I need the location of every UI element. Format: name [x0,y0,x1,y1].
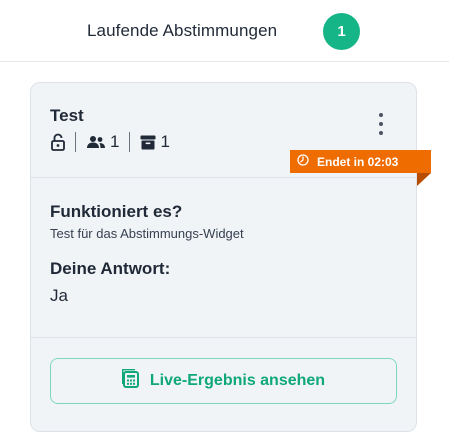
kebab-menu-icon[interactable] [371,111,391,137]
divider [31,337,416,338]
poll-card: Test 1 1 Funktioniert es? Test für das A… [30,82,417,432]
poll-title: Test [50,106,84,125]
live-results-button[interactable]: Live-Ergebnis ansehen [50,358,397,404]
meta-separator [129,132,131,152]
answer-value: Ja [50,286,68,305]
archive-count: 1 [160,132,170,151]
lock-open-icon [51,133,65,151]
divider [31,177,416,178]
question-title: Funktioniert es? [50,202,183,221]
panel-header: Laufende Abstimmungen 1 [0,0,449,62]
deadline-label: Endet in 02:03 [317,154,399,169]
participants-count: 1 [110,132,120,151]
deadline-ribbon-fold [417,173,431,186]
archive-icon [140,135,156,150]
answer-label: Deine Antwort: [50,259,171,278]
deadline-ribbon: Endet in 02:03 [290,150,431,173]
panel-title: Laufende Abstimmungen [87,21,278,40]
calculator-icon [121,368,140,393]
running-polls-count-badge: 1 [323,13,360,50]
meta-separator [75,132,76,152]
users-icon [86,135,106,149]
clock-icon [297,154,309,169]
live-results-button-label: Live-Ergebnis ansehen [149,372,326,389]
question-description: Test für das Abstimmungs-Widget [50,226,244,241]
poll-meta: 1 1 [51,131,170,153]
